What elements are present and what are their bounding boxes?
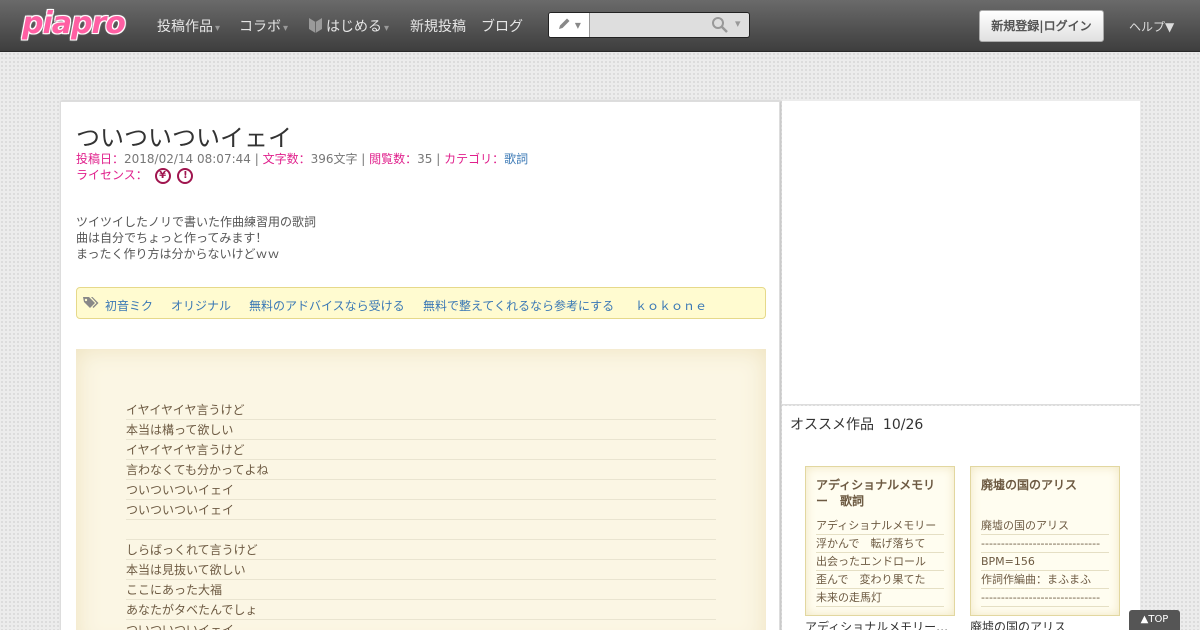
card-line: 未来の走馬灯 — [816, 589, 944, 607]
recommended-works: オススメ作品 10/26 アディショナルメモリー 歌詞 アディショナルメモリー … — [782, 406, 1140, 630]
search-options-caret[interactable]: ▾ — [735, 17, 741, 30]
lyric-line — [126, 520, 716, 540]
lyric-line: 本当は見抜いて欲しい — [126, 560, 716, 580]
card-line: 浮かんで 転げ落ちて — [816, 535, 944, 553]
card-caption-link[interactable]: 廃墟の国のアリス — [970, 618, 1120, 630]
nav-blog[interactable]: ブログ — [481, 16, 523, 36]
lyric-line: イヤイヤイヤ言うけど — [126, 440, 716, 460]
non-commercial-license-icon[interactable]: ¥ — [154, 167, 171, 184]
search-box: ▾ ▾ — [548, 12, 750, 38]
license-row: ライセンス： ¥ ! — [76, 166, 194, 184]
tag-link[interactable]: オリジナル — [171, 297, 231, 314]
nav-start-label: はじめる — [326, 19, 382, 35]
description-line: ツイツイしたノリで書いた作曲練習用の歌詞 — [76, 215, 317, 229]
lyric-line: 言わなくても分かってよね — [126, 460, 716, 480]
nav-new-post-label: 新規投稿 — [410, 19, 466, 35]
ad-area — [782, 101, 1140, 405]
tag-link[interactable]: 無料で整えてくれるなら参考にする — [423, 297, 614, 314]
card-line: アディショナルメモリー — [816, 517, 944, 535]
work-detail-panel: ついついついイェイ 投稿日：2018/02/14 08:07:44 | 文字数：… — [60, 101, 780, 630]
posted-date: 2018/02/14 08:07:44 — [124, 152, 251, 166]
work-meta: 投稿日：2018/02/14 08:07:44 | 文字数：396文字 | 閲覧… — [76, 150, 528, 167]
tag-link[interactable]: 無料のアドバイスなら受ける — [249, 297, 405, 314]
meta-separator: | — [432, 152, 445, 166]
pencil-icon — [559, 18, 570, 29]
recommended-title: オススメ作品 10/26 — [790, 414, 923, 434]
card-line: 廃墟の国のアリス — [981, 517, 1109, 535]
chevron-down-icon: ▾ — [384, 23, 390, 34]
card-title: アディショナルメモリー 歌詞 — [816, 478, 936, 508]
card-line: BPM=156 — [981, 553, 1109, 571]
description-line: 曲は自分でちょっと作ってみます！ — [76, 231, 268, 245]
view-count: 35 — [417, 152, 433, 166]
lyric-line: ついついついイェイ — [126, 500, 716, 520]
recommended-card[interactable]: アディショナルメモリー 歌詞 アディショナルメモリー 浮かんで 転げ落ちて 出会… — [805, 466, 955, 616]
card-line: ------------------------------ — [981, 535, 1109, 553]
chevron-down-icon: ▾ — [283, 23, 289, 34]
lyric-line: しらばっくれて言うけど — [126, 540, 716, 560]
posted-label: 投稿日： — [76, 152, 125, 166]
category-label: カテゴリ： — [444, 152, 505, 166]
nav-start[interactable]: はじめる ▾ — [309, 16, 389, 36]
lyric-line: ついついついイェイ — [126, 480, 716, 500]
lyric-line: 本当は構って欲しい — [126, 420, 716, 440]
chevron-down-icon: ▾ — [215, 23, 221, 34]
tag-bar: 初音ミク オリジナル 無料のアドバイスなら受ける 無料で整えてくれるなら参考にす… — [76, 287, 766, 319]
category-link[interactable]: 歌詞 — [504, 152, 528, 166]
piapro-logo[interactable]: piapro — [22, 6, 126, 41]
description-line: まったく作り方は分からないけどｗｗ — [76, 247, 280, 261]
license-label: ライセンス： — [76, 168, 148, 182]
meta-separator: | — [357, 152, 370, 166]
tags-icon — [83, 297, 99, 308]
card-line: ------------------------------ — [981, 589, 1109, 607]
lyric-line: ここにあった大福 — [126, 580, 716, 600]
recommended-card[interactable]: 廃墟の国のアリス 廃墟の国のアリス ----------------------… — [970, 466, 1120, 616]
recommended-page: 10/26 — [882, 417, 924, 433]
card-line: 出会ったエンドロール — [816, 553, 944, 571]
tag-link[interactable]: ｋｏｋｏｎｅ — [635, 297, 707, 314]
card-line: 歪んで 変わり果てた — [816, 571, 944, 589]
register-login-button[interactable]: 新規登録|ログイン — [979, 10, 1104, 42]
nav-works[interactable]: 投稿作品 ▾ — [157, 16, 220, 36]
back-to-top-button[interactable]: ▲TOP — [1129, 610, 1180, 630]
beginner-mark-icon — [309, 18, 322, 33]
search-mode-caret: ▾ — [574, 18, 581, 32]
lyric-line: あなたがタベたんでしょ — [126, 600, 716, 620]
top-navigation-bar: piapro 投稿作品 ▾ コラボ ▾ はじめる ▾ 新規投稿 ブログ ▾ ▾ 新規登… — [0, 0, 1200, 52]
card-title: 廃墟の国のアリス — [981, 478, 1078, 492]
card-caption-link[interactable]: アディショナルメモリー 歌詞 — [805, 618, 955, 630]
search-icon[interactable] — [711, 16, 729, 34]
nav-collab-label: コラボ — [239, 19, 281, 35]
nav-new-post[interactable]: 新規投稿 — [410, 16, 466, 36]
nav-collab[interactable]: コラボ ▾ — [239, 16, 288, 36]
work-title: ついついついイェイ — [76, 124, 292, 152]
chars-label: 文字数： — [262, 152, 311, 166]
views-label: 閲覧数： — [369, 152, 418, 166]
tag-link[interactable]: 初音ミク — [105, 297, 153, 314]
search-input[interactable] — [591, 13, 709, 37]
recommended-label: オススメ作品 — [790, 417, 874, 433]
nav-works-label: 投稿作品 — [157, 19, 213, 35]
work-description: ツイツイしたノリで書いた作曲練習用の歌詞 曲は自分でちょっと作ってみます！ まっ… — [76, 214, 316, 262]
attention-license-icon[interactable]: ! — [177, 167, 194, 184]
card-line: 作詞作編曲：まふまふ — [981, 571, 1109, 589]
lyric-line: イヤイヤイヤ言うけど — [126, 400, 716, 420]
search-mode-selector[interactable]: ▾ — [549, 13, 590, 37]
meta-separator: | — [250, 152, 263, 166]
lyrics-body: イヤイヤイヤ言うけど 本当は構って欲しい イヤイヤイヤ言うけど 言わなくても分か… — [76, 349, 766, 630]
help-menu[interactable]: ヘルプ▼ — [1129, 18, 1174, 35]
char-count: 396文字 — [310, 152, 358, 166]
nav-blog-label: ブログ — [481, 19, 523, 35]
lyric-line: ついついついイェイ — [126, 620, 716, 630]
